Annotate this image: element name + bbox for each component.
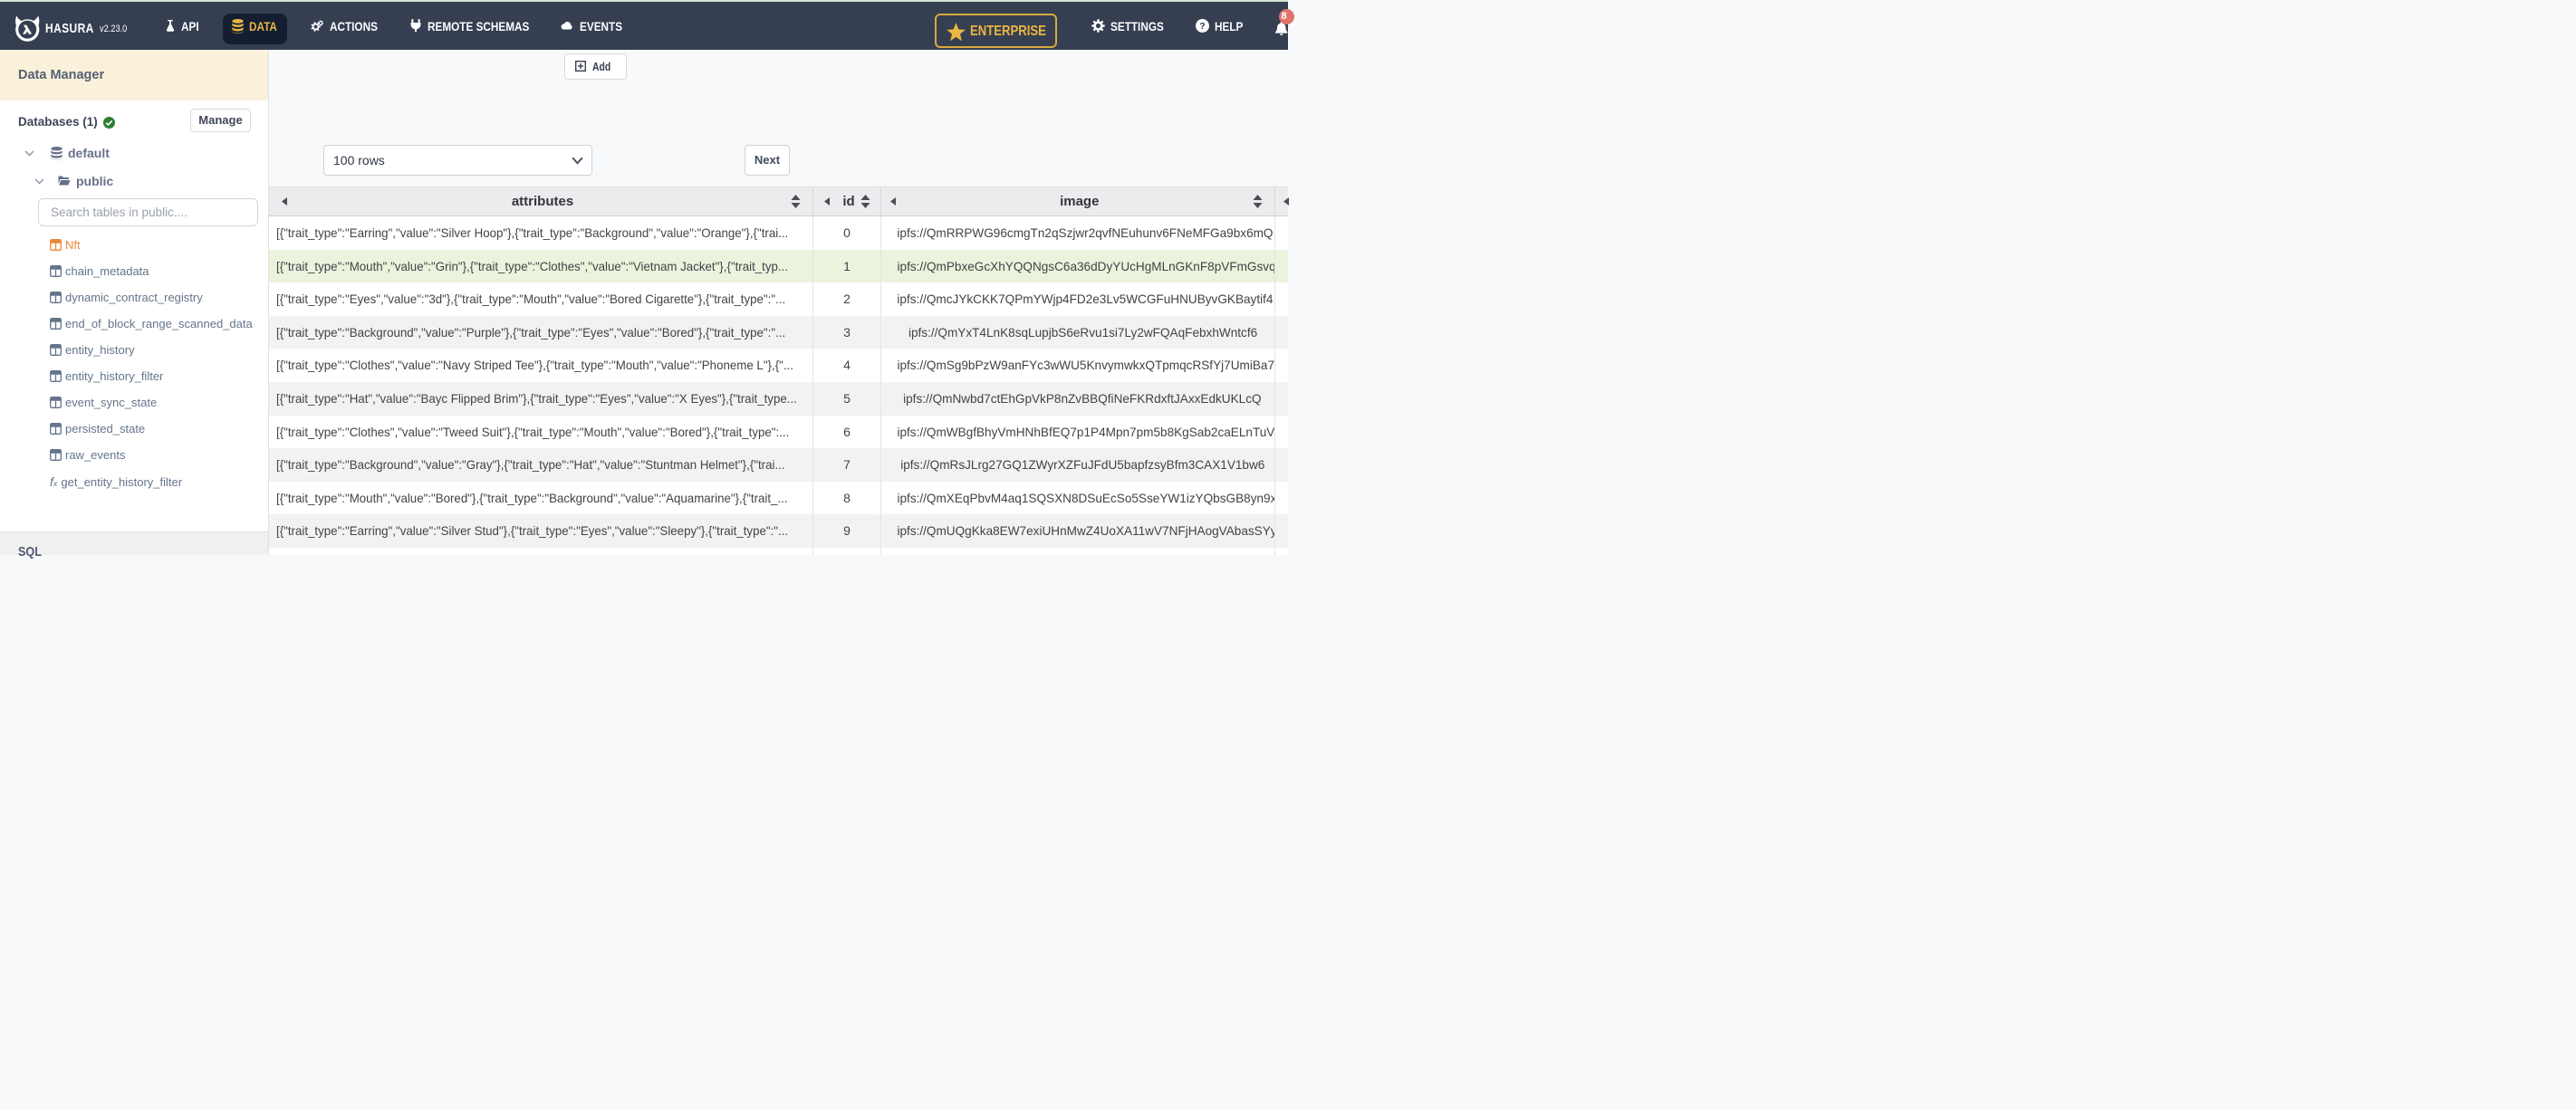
svg-text:?: ? xyxy=(1199,21,1205,32)
